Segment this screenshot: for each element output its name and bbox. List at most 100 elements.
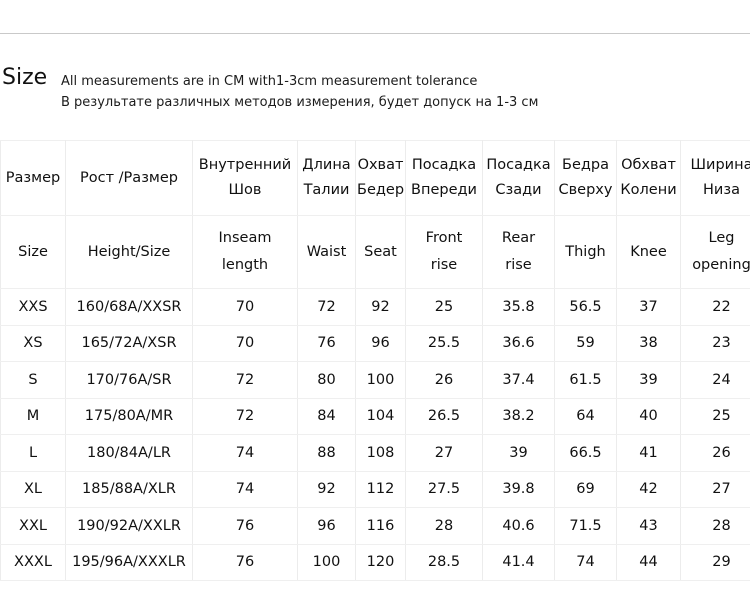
cell-seat: 92 [355, 288, 406, 326]
header-ru-seat: Охват Бедер [355, 140, 406, 216]
cell-size: XXL [0, 507, 66, 545]
size-chart-table: Размер Рост /Размер Внутренний Шов Длина… [0, 140, 750, 581]
cell-height: 185/88A/XLR [65, 470, 193, 508]
table-row: M 175/80A/MR 72 84 104 26.5 38.2 64 40 2… [0, 397, 750, 435]
header-ru-thigh-l2: Сверху [558, 182, 613, 198]
header-en-front-rise-l1: Front [425, 230, 463, 246]
header-ru-leg-opening-l1: Ширина [690, 157, 750, 173]
cell-rear-rise: 36.6 [482, 324, 555, 362]
cell-thigh: 64 [554, 397, 617, 435]
header-ru-inseam-l1: Внутренний [198, 157, 292, 173]
cell-leg-opening: 29 [680, 543, 750, 581]
cell-rear-rise: 40.6 [482, 507, 555, 545]
cell-thigh: 66.5 [554, 434, 617, 472]
header-ru-front-rise-l1: Посадка [411, 157, 477, 173]
table-row: L 180/84A/LR 74 88 108 27 39 66.5 41 26 [0, 434, 750, 472]
cell-seat: 120 [355, 543, 406, 581]
cell-waist: 100 [297, 543, 356, 581]
cell-leg-opening: 25 [680, 397, 750, 435]
header-ru-waist-l1: Длина [302, 157, 351, 173]
header-en-rear-rise-l2: rise [505, 257, 532, 273]
header-ru-size: Размер [0, 140, 66, 216]
cell-front-rise: 28.5 [405, 543, 483, 581]
header-ru-waist-l2: Талии [303, 182, 350, 198]
header-row-ru: Размер Рост /Размер Внутренний Шов Длина… [0, 140, 750, 216]
cell-seat: 100 [355, 361, 406, 399]
cell-knee: 38 [616, 324, 681, 362]
cell-rear-rise: 38.2 [482, 397, 555, 435]
cell-waist: 92 [297, 470, 356, 508]
cell-thigh: 71.5 [554, 507, 617, 545]
cell-height: 180/84A/LR [65, 434, 193, 472]
header-en-waist: Waist [297, 215, 356, 289]
header-en-seat-l1: Seat [364, 243, 397, 260]
header-ru-size-l1: Размер [5, 169, 61, 186]
header-en-waist-l1: Waist [306, 243, 347, 260]
cell-size: XXS [0, 288, 66, 326]
cell-rear-rise: 35.8 [482, 288, 555, 326]
cell-inseam: 76 [192, 507, 298, 545]
header-ru-waist: Длина Талии [297, 140, 356, 216]
header-en-knee: Knee [616, 215, 681, 289]
header-en-front-rise: Front rise [405, 215, 483, 289]
cell-waist: 80 [297, 361, 356, 399]
cell-knee: 40 [616, 397, 681, 435]
cell-height: 160/68A/XXSR [65, 288, 193, 326]
cell-thigh: 61.5 [554, 361, 617, 399]
header-en-knee-l1: Knee [630, 243, 667, 260]
cell-waist: 88 [297, 434, 356, 472]
cell-height: 170/76A/SR [65, 361, 193, 399]
cell-inseam: 70 [192, 324, 298, 362]
header-en-height-l1: Height/Size [87, 243, 171, 260]
header-ru-knee: Обхват Колени [616, 140, 681, 216]
cell-rear-rise: 41.4 [482, 543, 555, 581]
header-ru-knee-l2: Колени [620, 182, 677, 198]
cell-knee: 41 [616, 434, 681, 472]
header-en-thigh: Thigh [554, 215, 617, 289]
cell-rear-rise: 39.8 [482, 470, 555, 508]
table-row: XXXL 195/96A/XXXLR 76 100 120 28.5 41.4 … [0, 543, 750, 581]
cell-thigh: 56.5 [554, 288, 617, 326]
header-en-inseam-l1: Inseam [218, 230, 272, 246]
cell-front-rise: 25 [405, 288, 483, 326]
table-row: S 170/76A/SR 72 80 100 26 37.4 61.5 39 2… [0, 361, 750, 399]
cell-height: 195/96A/XXXLR [65, 543, 193, 581]
table-row: XS 165/72A/XSR 70 76 96 25.5 36.6 59 38 … [0, 324, 750, 362]
table-row: XXS 160/68A/XXSR 70 72 92 25 35.8 56.5 3… [0, 288, 750, 326]
cell-knee: 42 [616, 470, 681, 508]
cell-inseam: 76 [192, 543, 298, 581]
cell-seat: 96 [355, 324, 406, 362]
header-ru-rear-rise-l2: Сзади [495, 182, 542, 198]
table-body: Размер Рост /Размер Внутренний Шов Длина… [0, 140, 750, 581]
cell-knee: 39 [616, 361, 681, 399]
cell-front-rise: 27 [405, 434, 483, 472]
header-en-size-l1: Size [18, 243, 48, 260]
cell-waist: 96 [297, 507, 356, 545]
header-en-leg-opening-l2: opening [692, 257, 750, 273]
page-title: Size [2, 65, 48, 90]
cell-knee: 43 [616, 507, 681, 545]
cell-height: 165/72A/XSR [65, 324, 193, 362]
cell-thigh: 69 [554, 470, 617, 508]
cell-leg-opening: 23 [680, 324, 750, 362]
cell-inseam: 74 [192, 470, 298, 508]
header-en-leg-opening-l1: Leg [708, 230, 735, 246]
cell-seat: 112 [355, 470, 406, 508]
header-ru-thigh: Бедра Сверху [554, 140, 617, 216]
header-en-inseam: Inseam length [192, 215, 298, 289]
header-en-rear-rise-l1: Rear [501, 230, 536, 246]
header-en-inseam-l2: length [221, 257, 269, 273]
cell-waist: 72 [297, 288, 356, 326]
top-divider [0, 33, 750, 34]
header-ru-inseam: Внутренний Шов [192, 140, 298, 216]
header-ru-height: Рост /Размер [65, 140, 193, 216]
measurement-notes: All measurements are in CM with1-3cm mea… [61, 71, 741, 113]
cell-leg-opening: 28 [680, 507, 750, 545]
cell-seat: 108 [355, 434, 406, 472]
cell-size: L [0, 434, 66, 472]
header-ru-rear-rise-l1: Посадка [486, 157, 551, 173]
table-row: XL 185/88A/XLR 74 92 112 27.5 39.8 69 42… [0, 470, 750, 508]
header-ru-height-l1: Рост /Размер [80, 169, 178, 186]
cell-seat: 104 [355, 397, 406, 435]
cell-leg-opening: 27 [680, 470, 750, 508]
